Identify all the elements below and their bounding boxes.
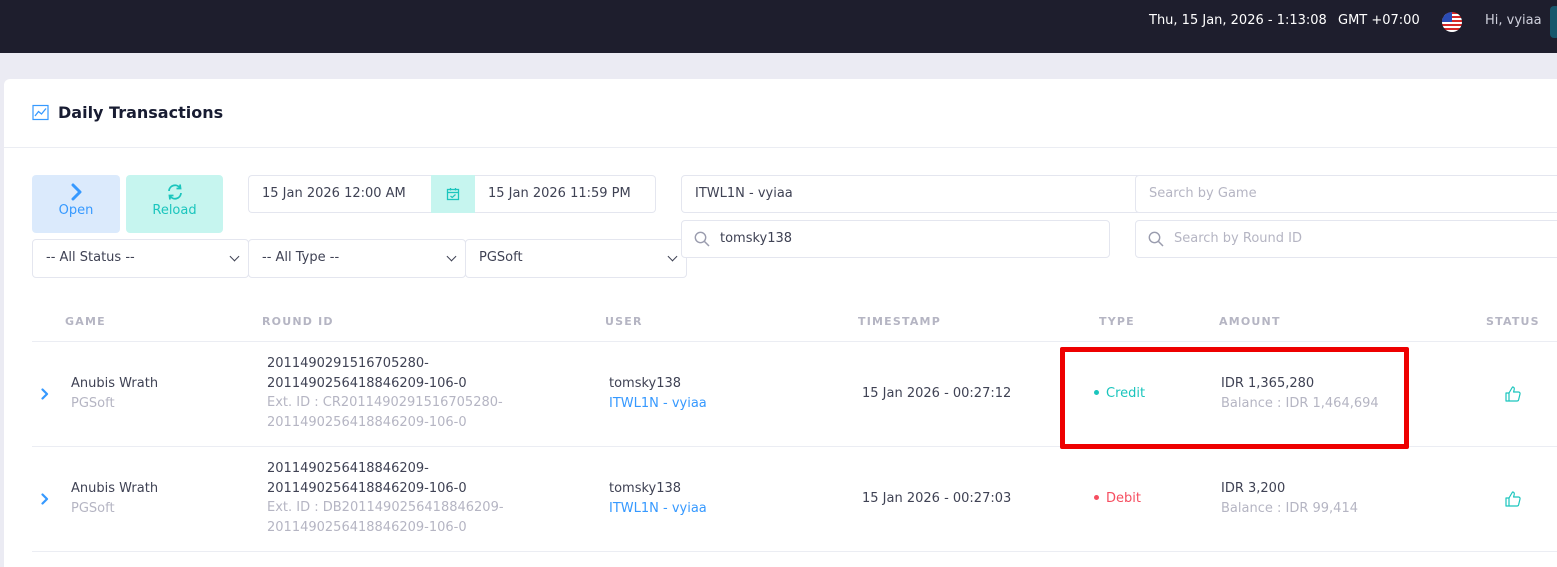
game-provider: PGSoft [71, 500, 115, 516]
reload-button[interactable]: Reload [126, 175, 223, 233]
timestamp-cell: 15 Jan 2026 - 00:27:03 [862, 491, 1012, 506]
search-icon [694, 231, 710, 247]
top-bar: Thu, 15 Jan, 2026 - 1:13:08 GMT +07:00 H… [0, 0, 1557, 53]
amount-cell: IDR 3,200 Balance : IDR 99,414 [1221, 479, 1358, 518]
user-name: tomsky138 [609, 481, 682, 496]
game-search-input[interactable]: Search by Game [1135, 175, 1557, 213]
timestamp-cell: 15 Jan 2026 - 00:27:12 [862, 386, 1012, 401]
timezone-label: GMT +07:00 [1338, 13, 1420, 28]
column-header-round-id[interactable]: ROUND ID [262, 315, 334, 328]
page-title: Daily Transactions [58, 103, 224, 122]
user-greeting[interactable]: Hi, vyiaa [1485, 13, 1542, 28]
user-search-value: tomsky138 [720, 231, 793, 246]
balance-value: Balance : IDR 99,414 [1221, 500, 1358, 516]
round-search-input[interactable]: Search by Round ID [1135, 220, 1557, 258]
chevron-right-icon[interactable] [39, 493, 51, 505]
us-flag-icon[interactable] [1442, 12, 1462, 32]
game-search-placeholder: Search by Game [1149, 186, 1257, 201]
date-range-picker-button[interactable] [431, 175, 475, 213]
reload-button-label: Reload [152, 203, 197, 218]
user-name: tomsky138 [609, 376, 682, 391]
round-id-cell: 2011490291516705280- 2011490256418846209… [267, 354, 503, 432]
round-id-line1: 2011490291516705280- [267, 356, 429, 371]
refresh-icon [167, 184, 182, 200]
highlight-annotation-box [1060, 347, 1409, 449]
round-id-line2: 2011490256418846209-106-0 [267, 375, 467, 391]
game-name: Anubis Wrath [71, 481, 159, 496]
table-divider [32, 341, 1557, 342]
column-header-game[interactable]: GAME [65, 315, 106, 328]
round-id-line1: 2011490256418846209- [267, 461, 429, 476]
card-header: Daily Transactions [4, 79, 1557, 148]
ext-id-line1: Ext. ID : DB2011490256418846209- [267, 500, 504, 515]
date-from-value: 15 Jan 2026 12:00 AM [262, 186, 406, 201]
column-header-type[interactable]: TYPE [1099, 315, 1135, 328]
user-avatar[interactable] [1550, 6, 1557, 38]
user-search-input[interactable]: tomsky138 [681, 220, 1110, 258]
ext-id-line2: 2011490256418846209-106-0 [267, 519, 467, 535]
column-header-status[interactable]: STATUS [1486, 315, 1540, 328]
chevron-down-icon [229, 251, 240, 262]
status-dot [1094, 495, 1099, 500]
game-cell: Anubis Wrath PGSoft [71, 479, 158, 518]
provider-select-value: PGSoft [479, 250, 523, 265]
user-cell: tomsky138 ITWL1N - vyiaa [609, 479, 707, 518]
chart-line-icon [32, 104, 49, 121]
agent-field-value: ITWL1N - vyiaa [695, 186, 793, 201]
status-select-value: -- All Status -- [46, 250, 135, 265]
thumbs-up-icon[interactable] [1504, 490, 1522, 508]
table-divider [32, 551, 1557, 552]
provider-select[interactable]: PGSoft [465, 239, 687, 278]
status-select[interactable]: -- All Status -- [32, 239, 249, 278]
chevron-right-icon[interactable] [39, 388, 51, 400]
amount-value: IDR 3,200 [1221, 481, 1286, 496]
game-name: Anubis Wrath [71, 376, 159, 391]
ext-id-line2: 2011490256418846209-106-0 [267, 414, 467, 430]
date-to-value: 15 Jan 2026 11:59 PM [488, 186, 631, 201]
date-to-input[interactable]: 15 Jan 2026 11:59 PM [475, 175, 656, 213]
ext-id-line1: Ext. ID : CR2011490291516705280- [267, 395, 503, 410]
column-header-user[interactable]: USER [605, 315, 643, 328]
calendar-icon [446, 188, 460, 201]
round-search-placeholder: Search by Round ID [1174, 231, 1302, 246]
column-header-amount[interactable]: AMOUNT [1219, 315, 1281, 328]
round-id-line2: 2011490256418846209-106-0 [267, 480, 467, 496]
type-select-value: -- All Type -- [262, 250, 340, 265]
agent-link[interactable]: ITWL1N - vyiaa [609, 499, 707, 519]
type-label: Debit [1106, 491, 1141, 506]
thumbs-up-icon[interactable] [1504, 385, 1522, 403]
search-icon [1148, 231, 1164, 247]
open-button[interactable]: Open [32, 175, 120, 233]
type-select[interactable]: -- All Type -- [248, 239, 466, 278]
user-cell: tomsky138 ITWL1N - vyiaa [609, 374, 707, 413]
type-cell: Debit [1094, 489, 1141, 509]
date-from-input[interactable]: 15 Jan 2026 12:00 AM [248, 175, 431, 213]
game-cell: Anubis Wrath PGSoft [71, 374, 158, 413]
chevron-down-icon [446, 251, 457, 262]
round-id-cell: 2011490256418846209- 2011490256418846209… [267, 459, 504, 537]
column-header-timestamp[interactable]: TIMESTAMP [858, 315, 941, 328]
agent-link[interactable]: ITWL1N - vyiaa [609, 394, 707, 414]
open-button-label: Open [58, 203, 94, 218]
current-datetime: Thu, 15 Jan, 2026 - 1:13:08 [1149, 13, 1327, 28]
chevron-right-icon [71, 183, 82, 201]
agent-field[interactable]: ITWL1N - vyiaa [681, 175, 1141, 213]
game-provider: PGSoft [71, 395, 115, 411]
chevron-down-icon [667, 251, 678, 262]
